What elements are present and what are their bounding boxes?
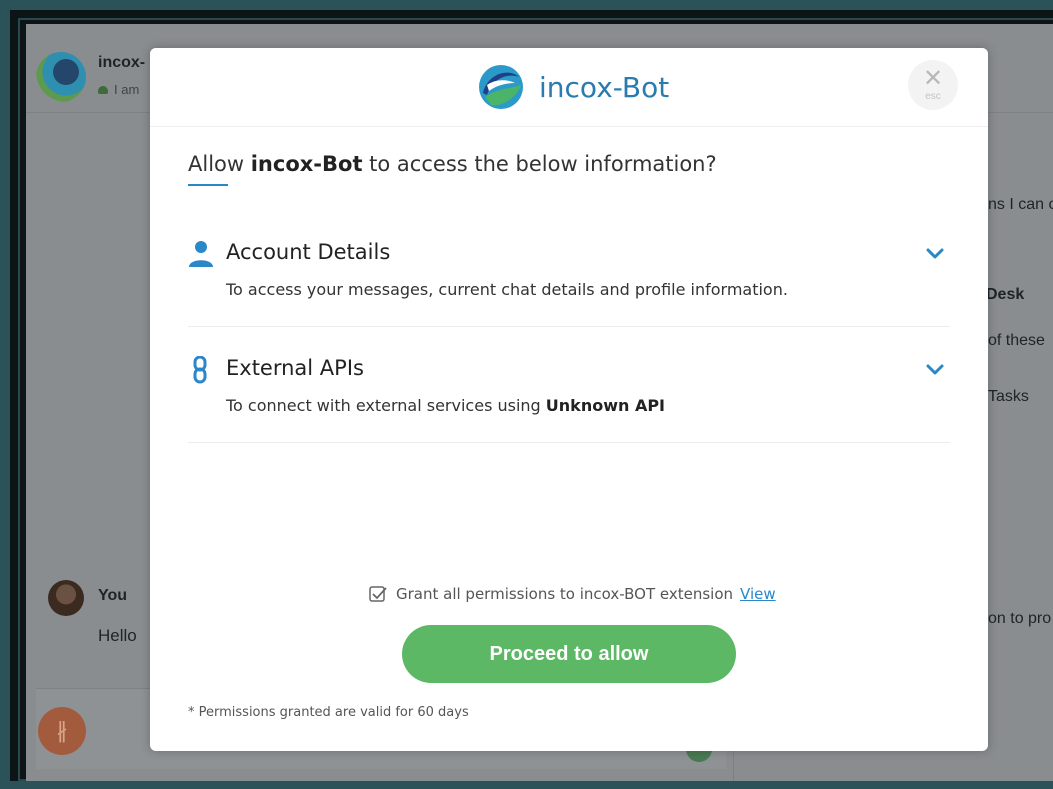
permission-account-details[interactable]: Account Details To access your messages,…: [188, 240, 950, 327]
close-button[interactable]: ✕ esc: [908, 60, 958, 110]
right-panel-text-4: Tasks: [988, 388, 1029, 405]
view-link[interactable]: View: [740, 585, 776, 603]
checkbox-icon[interactable]: [368, 584, 388, 604]
chat-status: I am: [98, 82, 139, 97]
question-underline: [188, 184, 228, 186]
chat-name: incox-: [98, 54, 146, 71]
close-label: esc: [925, 91, 941, 102]
message-text: Hello: [98, 626, 137, 645]
status-icon: [98, 86, 108, 94]
permission-description: To connect with external services using …: [226, 396, 665, 415]
question-bot-name: incox-Bot: [250, 152, 363, 176]
dialog-header: incox-Bot ✕ esc: [150, 48, 988, 127]
permission-external-apis[interactable]: External APIs To connect with external s…: [188, 356, 950, 443]
user-avatar: [48, 580, 84, 616]
chevron-down-icon[interactable]: [924, 358, 946, 380]
link-icon: [193, 356, 207, 384]
dialog-question: Allow incox-Bot to access the below info…: [188, 152, 717, 176]
permission-description-text: To access your messages, current chat de…: [226, 280, 788, 299]
permission-description-bold: Unknown API: [545, 396, 666, 415]
message-sender: You: [98, 587, 128, 604]
incox-logo-icon: [479, 65, 523, 109]
permission-description: To access your messages, current chat de…: [226, 280, 788, 299]
user-icon: [189, 241, 213, 267]
grant-permissions: Grant all permissions to incox-BOT exten…: [368, 584, 776, 604]
close-icon: ✕: [922, 65, 944, 92]
attach-icon: ∦: [38, 707, 86, 755]
right-panel-text-5: on to pro: [988, 610, 1052, 627]
brand-name: incox-Bot: [539, 70, 670, 104]
permission-title: External APIs: [226, 356, 364, 380]
right-panel-text-3: of these: [988, 332, 1045, 349]
brand: incox-Bot: [477, 62, 669, 112]
validity-footnote: * Permissions granted are valid for 60 d…: [188, 705, 469, 720]
grant-text: Grant all permissions to incox-BOT exten…: [396, 585, 734, 603]
permission-dialog: incox-Bot ✕ esc Allow incox-Bot to acces…: [150, 48, 988, 751]
chat-status-text: I am: [114, 82, 140, 97]
permission-description-text: To connect with external services using: [226, 396, 546, 415]
right-panel-text-1: ns I can c: [988, 196, 1053, 213]
right-panel-text-2: Desk: [986, 286, 1025, 303]
question-suffix: to access the below information?: [362, 152, 717, 176]
permission-title: Account Details: [226, 240, 391, 264]
chevron-down-icon[interactable]: [924, 242, 946, 264]
question-prefix: Allow: [188, 152, 251, 176]
bot-avatar: [36, 52, 86, 102]
proceed-button[interactable]: Proceed to allow: [402, 625, 736, 683]
